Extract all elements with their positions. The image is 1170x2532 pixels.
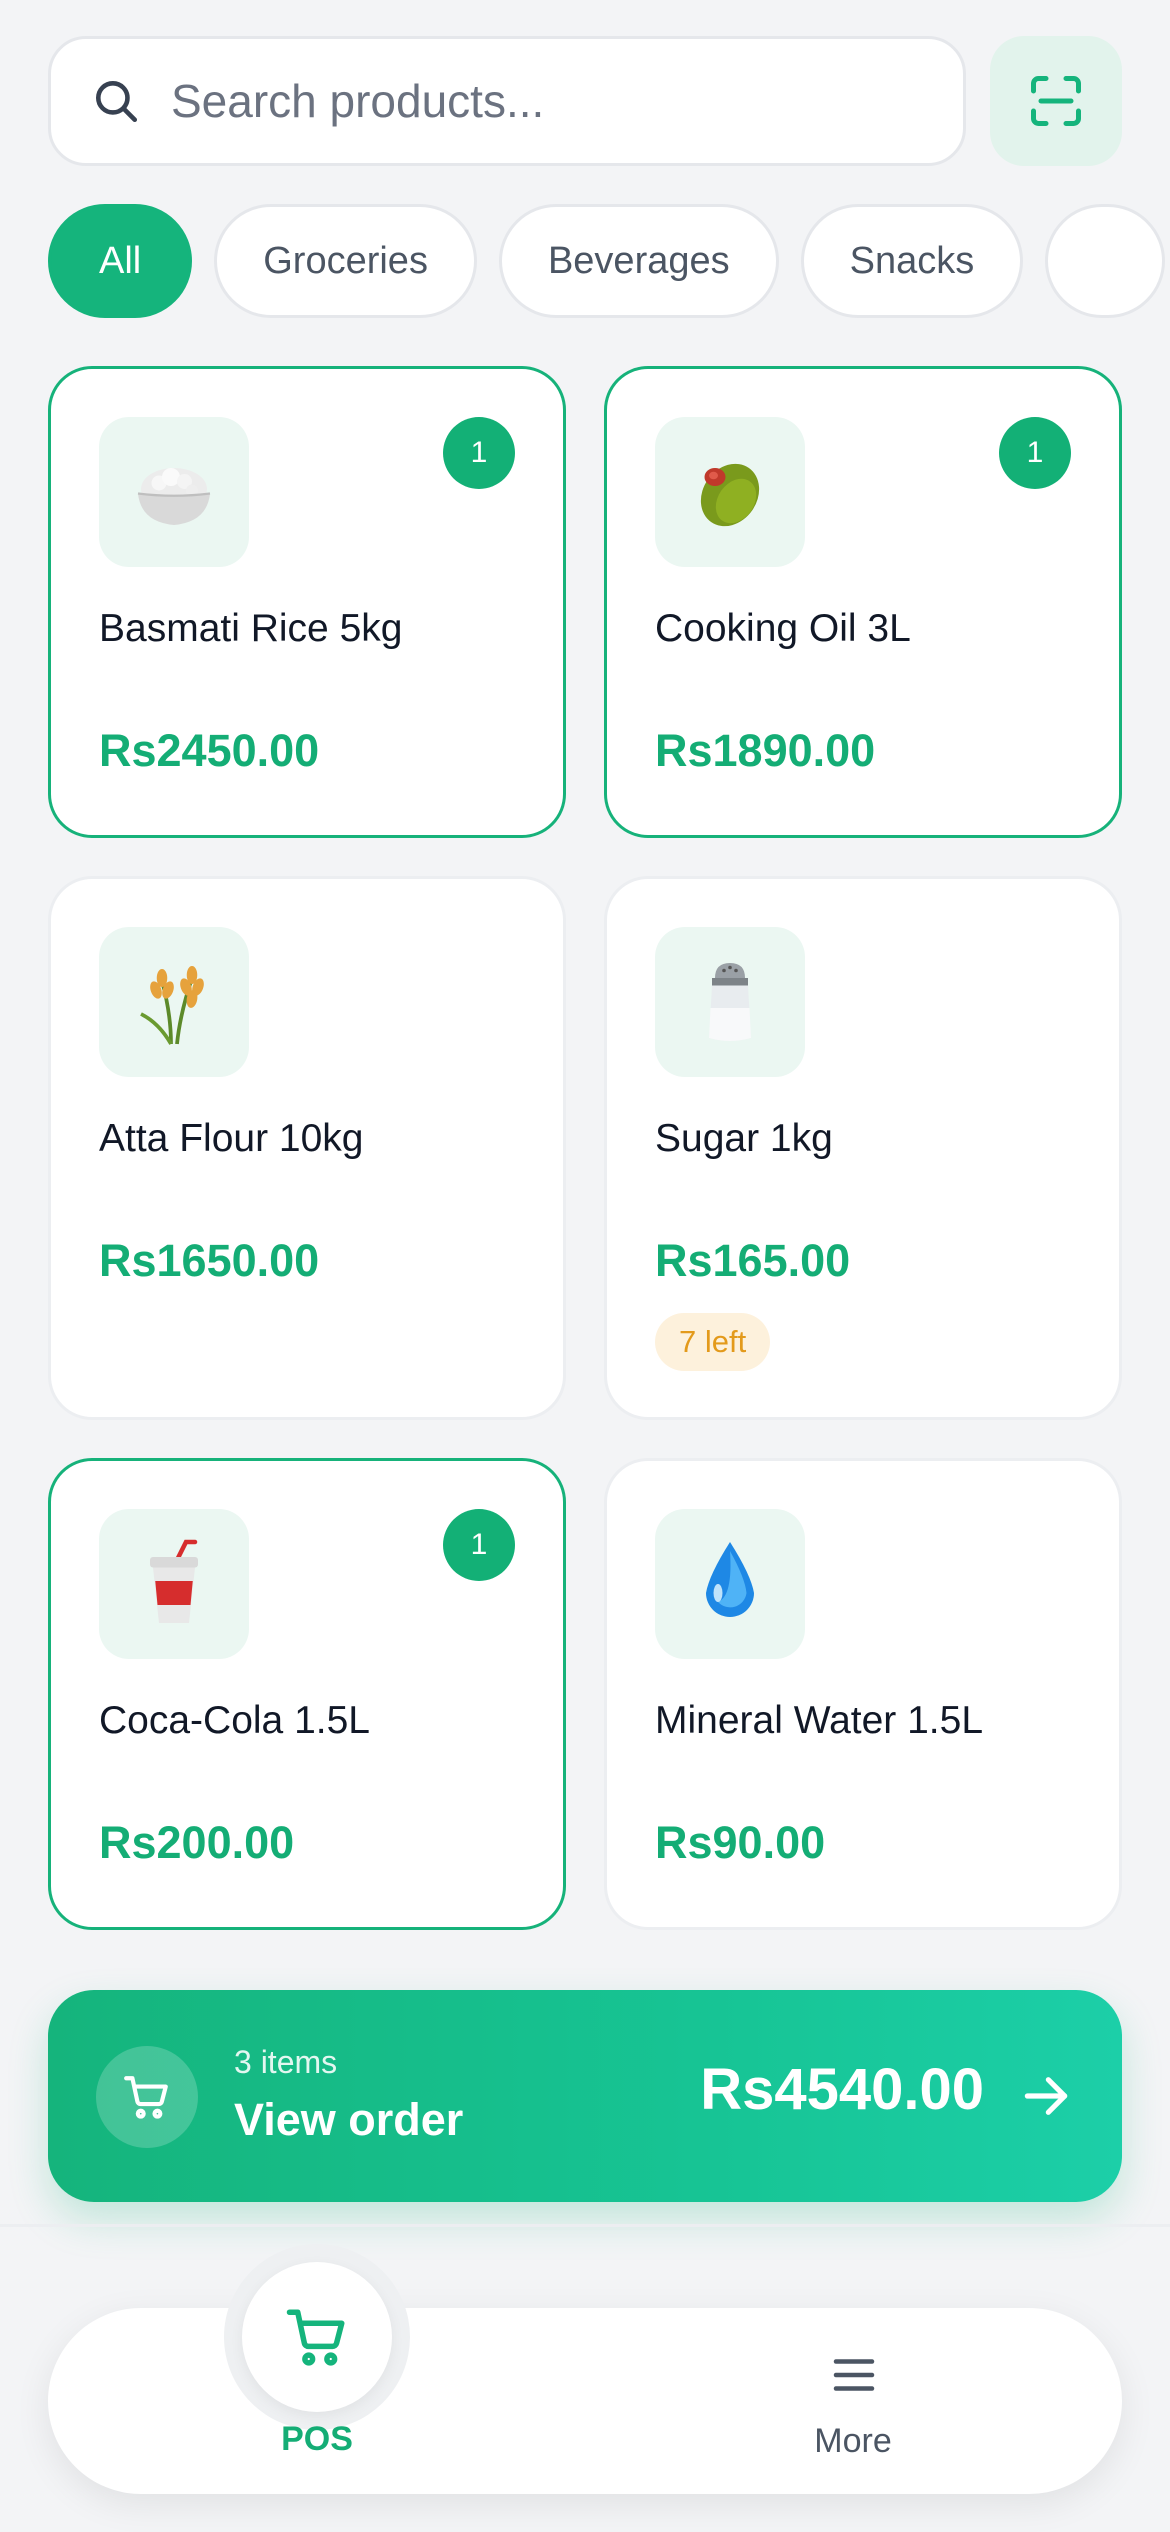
product-thumb [99,927,249,1077]
search-input[interactable] [171,74,931,128]
cart-qty-badge: 1 [443,1509,515,1581]
view-order-bar[interactable]: 3 items View order Rs4540.00 [48,1990,1122,2202]
product-name: Atta Flour 10kg [99,1117,364,1160]
product-card[interactable]: Mineral Water 1.5L Rs90.00 [604,1458,1122,1930]
product-card[interactable]: Sugar 1kg Rs165.00 7 left [604,876,1122,1420]
product-card[interactable]: 1 Cooking Oil 3L Rs1890.00 [604,366,1122,838]
product-thumb [99,417,249,567]
chip-snacks[interactable]: Snacks [800,204,1024,318]
cart-icon [124,2076,168,2119]
scan-icon [1031,76,1081,126]
product-card[interactable]: 1 Basmati Rice 5kg Rs2450.00 [48,366,566,838]
product-price: Rs1890.00 [655,725,876,776]
product-name: Sugar 1kg [655,1117,833,1160]
olive-icon [700,463,760,527]
arrow-right-icon [1024,2077,1068,2115]
chip-more[interactable] [1045,204,1166,318]
wheat-icon [140,966,204,1045]
product-name: Basmati Rice 5kg [99,607,403,650]
salt-shaker-icon [709,963,751,1041]
product-price: Rs1650.00 [99,1235,320,1286]
product-thumb [99,1509,249,1659]
water-drop-icon [706,1542,754,1617]
menu-icon [833,2359,875,2391]
product-price: Rs165.00 [655,1235,851,1286]
order-item-count: 3 items [234,2044,338,2080]
rice-bowl-icon [137,468,211,525]
order-total: Rs4540.00 [700,2057,984,2122]
product-name: Cooking Oil 3L [655,607,911,650]
category-filter-bar: All Groceries Beverages Snacks [48,204,1170,318]
nav-divider [0,2224,1170,2227]
product-price: Rs90.00 [655,1817,826,1868]
chip-groceries[interactable]: Groceries [214,204,477,318]
chip-all[interactable]: All [48,204,193,318]
product-price: Rs200.00 [99,1817,295,1868]
view-order-label: View order [234,2094,464,2145]
search-icon [96,81,138,123]
cart-qty-badge: 1 [999,417,1071,489]
nav-pos-button[interactable] [242,2262,392,2412]
cup-straw-icon [150,1539,198,1623]
product-thumb [655,927,805,1077]
cart-qty-badge: 1 [443,417,515,489]
product-name: Coca-Cola 1.5L [99,1699,370,1742]
nav-pos-label[interactable]: POS [217,2420,417,2459]
cart-icon-wrapper [96,2046,198,2148]
product-thumb [655,1509,805,1659]
cart-icon [286,2309,345,2366]
product-name: Mineral Water 1.5L [655,1699,984,1742]
product-price: Rs2450.00 [99,725,320,776]
nav-more-button[interactable]: More [753,2338,953,2478]
scan-barcode-button[interactable] [990,36,1122,166]
product-card[interactable]: Atta Flour 10kg Rs1650.00 [48,876,566,1420]
bottom-nav [48,2308,1122,2494]
product-card[interactable]: 1 Coca-Cola 1.5L Rs200.00 [48,1458,566,1930]
search-box[interactable] [48,36,966,166]
product-thumb [655,417,805,567]
nav-more-label: More [814,2422,892,2460]
low-stock-badge: 7 left [655,1313,771,1371]
chip-beverages[interactable]: Beverages [498,204,779,318]
